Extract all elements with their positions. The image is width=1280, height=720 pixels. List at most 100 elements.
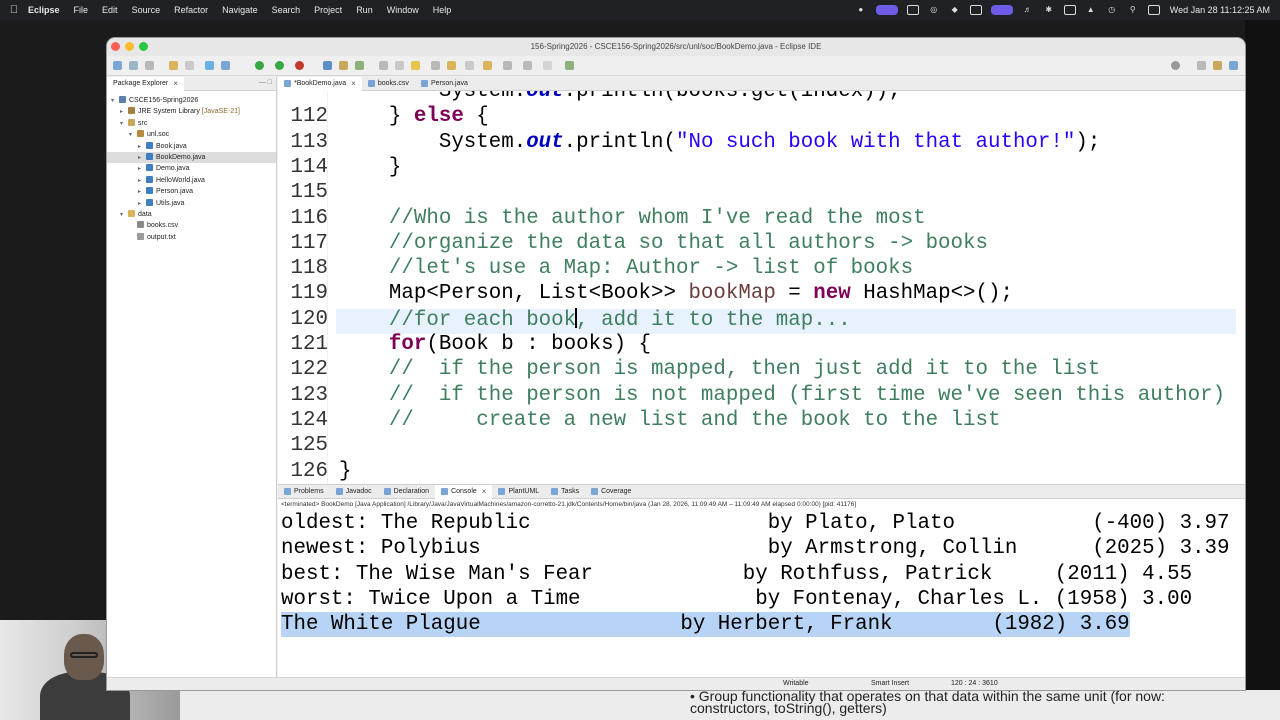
open-perspective-icon[interactable] xyxy=(565,61,574,70)
console-line[interactable]: newest: Polybius by Armstrong, Collin (2… xyxy=(281,536,1230,561)
apple-icon[interactable]:  xyxy=(0,4,28,16)
tab-plantuml[interactable]: PlantUML xyxy=(492,485,545,499)
console-line[interactable]: oldest: The Republic by Plato, Plato (-4… xyxy=(281,511,1230,536)
open-task-icon[interactable] xyxy=(355,61,364,70)
menu-navigate[interactable]: Navigate xyxy=(222,5,258,15)
pin-icon[interactable] xyxy=(431,61,440,70)
menu-search[interactable]: Search xyxy=(272,5,301,15)
console-line[interactable]: worst: Twice Upon a Time by Fontenay, Ch… xyxy=(281,587,1192,612)
code-line[interactable]: // if the person is not mapped (first ti… xyxy=(339,384,1225,407)
menu-run[interactable]: Run xyxy=(356,5,373,15)
tree-item[interactable]: ▸ HelloWorld.java xyxy=(107,175,276,186)
new-class-icon[interactable] xyxy=(323,61,332,70)
menu-help[interactable]: Help xyxy=(433,5,452,15)
zoom-window-button[interactable] xyxy=(139,42,148,51)
tab-package-explorer[interactable]: Package Explorer × xyxy=(107,76,184,91)
prev-annotation-icon[interactable] xyxy=(465,61,474,70)
screen-record-icon[interactable] xyxy=(875,5,898,15)
external-tools-icon[interactable] xyxy=(295,61,304,70)
open-type-icon[interactable] xyxy=(339,61,348,70)
tree-item[interactable]: ▾ data xyxy=(107,209,276,220)
code-line[interactable]: } xyxy=(339,156,402,179)
tree-item[interactable]: ▾ CSCE156-Spring2026 xyxy=(107,95,276,106)
tree-item[interactable]: ▾ unl.soc xyxy=(107,129,276,140)
console-line[interactable]: best: The Wise Man's Fear by Rothfuss, P… xyxy=(281,562,1192,587)
code-line[interactable]: } xyxy=(339,460,351,483)
volume-icon[interactable]: ♬ xyxy=(1022,5,1034,15)
tree-item[interactable]: ▸ Demo.java xyxy=(107,163,276,174)
last-edit-icon[interactable] xyxy=(483,61,492,70)
code-line[interactable]: } else { xyxy=(339,105,489,128)
debug-icon[interactable] xyxy=(205,61,214,70)
code-line[interactable]: //organize the data so that all authors … xyxy=(339,232,988,255)
tree-item[interactable]: output.txt xyxy=(107,232,276,243)
save-icon[interactable] xyxy=(129,61,138,70)
tab-books-csv[interactable]: books.csv xyxy=(362,77,415,91)
code-line[interactable]: for(Book b : books) { xyxy=(339,333,651,356)
forward-icon[interactable] xyxy=(523,61,532,70)
tab-console[interactable]: Console × xyxy=(435,484,493,499)
close-icon[interactable]: × xyxy=(351,77,356,91)
tab-bookdemo-java[interactable]: *BookDemo.java × xyxy=(278,76,362,91)
code-line[interactable]: // create a new list and the book to the… xyxy=(339,409,1001,432)
perspective-2-icon[interactable] xyxy=(1213,61,1222,70)
code-line[interactable]: System.out.println(books.get(index)); xyxy=(339,91,901,103)
menu-refactor[interactable]: Refactor xyxy=(174,5,208,15)
tree-item[interactable]: ▸ Person.java xyxy=(107,186,276,197)
globe-icon[interactable]: ◎ xyxy=(928,5,940,15)
code-line[interactable]: //for each book, add it to the map... xyxy=(339,307,851,332)
shield-icon[interactable]: ◆ xyxy=(949,5,961,15)
tree-item[interactable]: ▾ src xyxy=(107,118,276,129)
close-window-button[interactable] xyxy=(111,42,120,51)
clock-icon[interactable]: ◷ xyxy=(1106,5,1118,15)
tree-item[interactable]: ▸ Book.java xyxy=(107,141,276,152)
close-icon[interactable]: × xyxy=(482,485,487,499)
wifi-icon[interactable]: ▲ xyxy=(1085,5,1097,15)
minimize-window-button[interactable] xyxy=(125,42,134,51)
battery-icon[interactable] xyxy=(1063,5,1076,15)
search-toolbar-icon[interactable] xyxy=(379,61,388,70)
menu-source[interactable]: Source xyxy=(132,5,161,15)
skip-icon[interactable] xyxy=(185,61,194,70)
new-icon[interactable] xyxy=(113,61,122,70)
tree-item[interactable]: ▸ BookDemo.java xyxy=(107,151,276,164)
menu-clock[interactable]: Wed Jan 28 11:12:25 AM xyxy=(1170,5,1270,15)
annotation-icon[interactable] xyxy=(395,61,404,70)
screen-mirror-icon[interactable] xyxy=(990,5,1013,15)
run-config-icon[interactable] xyxy=(275,61,284,70)
code-area[interactable]: System.out.println(books.get(index)); 112… xyxy=(278,91,1245,484)
minimize-maximize-icon[interactable]: — □ xyxy=(259,79,272,86)
highlight-icon[interactable] xyxy=(411,61,420,70)
tree-item[interactable]: books.csv xyxy=(107,220,276,231)
bluetooth-icon[interactable]: ✱ xyxy=(1043,5,1055,15)
menu-file[interactable]: File xyxy=(74,5,89,15)
close-icon[interactable]: × xyxy=(173,77,178,91)
search-icon[interactable] xyxy=(1171,61,1180,70)
save-all-icon[interactable] xyxy=(145,61,154,70)
tab-coverage[interactable]: Coverage xyxy=(585,485,637,499)
tab-javadoc[interactable]: Javadoc xyxy=(330,485,378,499)
tab-problems[interactable]: Problems xyxy=(278,485,330,499)
obs-icon[interactable]: ● xyxy=(855,5,867,15)
tab-declaration[interactable]: Declaration xyxy=(378,485,435,499)
coverage-icon[interactable] xyxy=(221,61,230,70)
tree-item[interactable]: ▸ Utils.java xyxy=(107,198,276,209)
tab-person-java[interactable]: Person.java xyxy=(415,77,474,91)
code-line[interactable]: //let's use a Map: Author -> list of boo… xyxy=(339,257,913,280)
menu-project[interactable]: Project xyxy=(314,5,342,15)
window-titlebar[interactable]: 156-Spring2026 - CSCE156-Spring2026/src/… xyxy=(107,38,1245,56)
tree-item[interactable]: ▸ JRE System Library [JavaSE-21] xyxy=(107,106,276,117)
window-icon[interactable] xyxy=(969,5,982,15)
menu-app-name[interactable]: Eclipse xyxy=(28,5,60,15)
console-line[interactable]: The White Plague by Herbert, Frank (1982… xyxy=(281,612,1130,638)
back-icon[interactable] xyxy=(503,61,512,70)
java-perspective-icon[interactable] xyxy=(1229,61,1238,70)
control-center-icon[interactable] xyxy=(1147,5,1160,15)
menu-window[interactable]: Window xyxy=(387,5,419,15)
next-annotation-icon[interactable] xyxy=(447,61,456,70)
code-line[interactable]: Map<Person, List<Book>> bookMap = new Ha… xyxy=(339,282,1013,305)
code-line[interactable]: System.out.println("No such book with th… xyxy=(339,131,1101,154)
tab-tasks[interactable]: Tasks xyxy=(545,485,585,499)
stop-icon[interactable] xyxy=(906,5,919,15)
spotlight-icon[interactable]: ⚲ xyxy=(1127,5,1139,15)
